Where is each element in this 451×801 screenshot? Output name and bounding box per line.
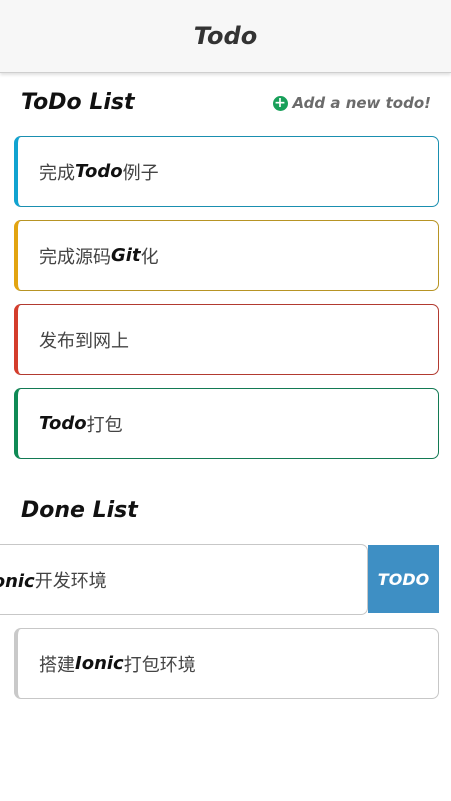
done-item-text-bold: Ionic xyxy=(75,653,124,674)
todo-item[interactable]: 完成 Todo 例子 xyxy=(14,136,439,207)
todo-item-text-bold: Todo xyxy=(39,413,87,434)
done-list-title: Done List xyxy=(21,498,138,523)
todo-item[interactable]: Todo 打包 xyxy=(14,388,439,459)
add-todo-label: Add a new todo! xyxy=(292,94,431,112)
todo-item-text-post: 打包 xyxy=(86,414,123,436)
done-item[interactable]: 搭建 Ionic 打包环境 xyxy=(14,628,439,699)
todo-item[interactable]: 完成源码 Git 化 xyxy=(14,220,439,291)
todo-item-text-pre: 完成源码 xyxy=(39,246,111,268)
done-item-text-post: 打包环境 xyxy=(123,654,196,676)
todo-item-text-bold: Todo xyxy=(75,161,123,182)
todo-item-text-post: 化 xyxy=(140,246,159,268)
todo-item-text-post: 例子 xyxy=(122,162,159,184)
page-title: Todo xyxy=(193,22,258,50)
done-item-text-bold: Ionic xyxy=(0,570,35,592)
navbar: Todo xyxy=(0,0,451,73)
done-item-text-post: 开发环境 xyxy=(34,570,107,592)
add-todo-button[interactable]: + Add a new todo! xyxy=(272,94,431,112)
move-to-todo-button[interactable]: TODO xyxy=(368,545,439,613)
done-item-swiped[interactable]: Ionic开发环境 xyxy=(0,544,368,615)
todo-item-text-bold: Git xyxy=(111,245,141,266)
todo-item[interactable]: 发布到网上 xyxy=(14,304,439,375)
todo-item-text-pre: 完成 xyxy=(39,162,75,184)
done-item-text: Ionic开发环境 xyxy=(0,567,107,593)
done-item-text-pre: 搭建 xyxy=(39,654,75,676)
todo-list-title: ToDo List xyxy=(21,90,135,115)
plus-circle-icon: + xyxy=(272,94,288,111)
todo-item-text-pre: 发布到网上 xyxy=(39,330,129,352)
